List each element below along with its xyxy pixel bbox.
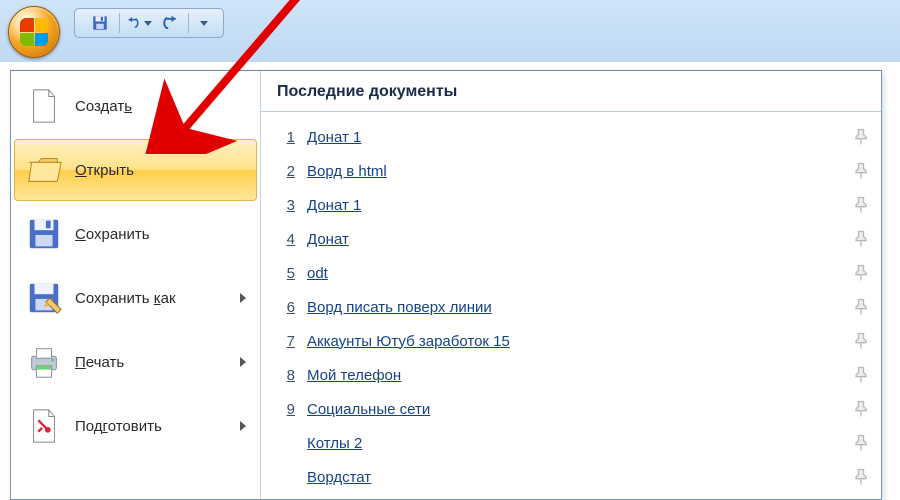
recent-doc-name: Котлы 2: [307, 435, 851, 452]
qat-separator: [119, 13, 120, 33]
submenu-arrow-icon: [240, 357, 246, 367]
recent-doc-number: 1: [277, 129, 295, 146]
office-logo-icon: [20, 18, 48, 46]
print-icon: [25, 343, 63, 381]
pin-button[interactable]: [851, 263, 871, 283]
recent-documents-header: Последние документы: [277, 83, 871, 101]
pin-icon: [851, 127, 871, 147]
qat-undo-button[interactable]: [126, 11, 152, 35]
quick-access-toolbar: [74, 8, 224, 38]
pin-icon: [851, 297, 871, 317]
recent-doc-row[interactable]: 0Вордстат: [277, 460, 871, 494]
recent-doc-number: 9: [277, 401, 295, 418]
recent-doc-number: 4: [277, 231, 295, 248]
menu-label-save-as: Сохранить как: [75, 290, 176, 307]
qat-redo-button[interactable]: [156, 11, 182, 35]
menu-item-print[interactable]: Печать: [14, 331, 257, 393]
pin-icon: [851, 263, 871, 283]
menu-item-prepare[interactable]: Подготовить: [14, 395, 257, 457]
recent-doc-name: Ворд писать поверх линии: [307, 299, 851, 316]
recent-doc-name: Донат 1: [307, 197, 851, 214]
menu-label-prepare: Подготовить: [75, 418, 162, 435]
office-menu-panel: Создать Открыть Сохранить: [10, 70, 882, 500]
menu-label-save: Сохранить: [75, 226, 150, 243]
save-icon: [25, 215, 63, 253]
recent-doc-name: Ворд в html: [307, 163, 851, 180]
recent-doc-name: Социальные сети: [307, 401, 851, 418]
recent-doc-number: 6: [277, 299, 295, 316]
qat-save-button[interactable]: [87, 11, 113, 35]
recent-doc-name: odt: [307, 265, 851, 282]
recent-doc-number: 7: [277, 333, 295, 350]
menu-label-create: Создать: [75, 98, 132, 115]
save-as-icon: [25, 279, 63, 317]
recent-doc-row[interactable]: 2 Ворд в html: [277, 154, 871, 188]
recent-documents-pane: Последние документы 1 Донат 1 2 Ворд в html…: [261, 71, 881, 499]
recent-doc-name: Мой телефон: [307, 367, 851, 384]
pin-icon: [851, 467, 871, 487]
recent-documents-list: 1Донат 12Ворд в html3Донат 14Донат5odt6В…: [277, 120, 871, 494]
pin-icon: [851, 161, 871, 181]
pin-icon: [851, 365, 871, 385]
pin-icon: [851, 331, 871, 351]
dropdown-icon: [144, 21, 152, 26]
dropdown-icon: [200, 21, 208, 26]
recent-doc-name: Донат 1: [307, 129, 851, 146]
recent-doc-row[interactable]: 3 Донат 1: [277, 188, 871, 222]
menu-label-print: Печать: [75, 354, 124, 371]
pin-button[interactable]: [851, 297, 871, 317]
recent-doc-number: 8: [277, 367, 295, 384]
recent-doc-row[interactable]: 1 Донат 1: [277, 120, 871, 154]
prepare-icon: [25, 407, 63, 445]
redo-icon: [159, 13, 179, 33]
pin-icon: [851, 433, 871, 453]
menu-item-create[interactable]: Создать: [14, 75, 257, 137]
recent-doc-row[interactable]: 8 Мой телефон: [277, 358, 871, 392]
undo-icon: [126, 13, 142, 33]
recent-doc-number: 2: [277, 163, 295, 180]
menu-item-save-as[interactable]: Сохранить как: [14, 267, 257, 329]
office-button[interactable]: [8, 6, 60, 58]
recent-doc-row[interactable]: 9 Социальные сети: [277, 392, 871, 426]
new-document-icon: [25, 87, 63, 125]
recent-doc-row[interactable]: 0Котлы 2: [277, 426, 871, 460]
office-menu-left-column: Создать Открыть Сохранить: [11, 71, 261, 499]
recent-doc-name: Вордстат: [307, 469, 851, 486]
pin-button[interactable]: [851, 127, 871, 147]
pin-button[interactable]: [851, 161, 871, 181]
recent-doc-number: 3: [277, 197, 295, 214]
pin-button[interactable]: [851, 365, 871, 385]
recent-doc-row[interactable]: 5 odt: [277, 256, 871, 290]
pin-button[interactable]: [851, 433, 871, 453]
recent-doc-row[interactable]: 7 Аккаунты Ютуб заработок 15: [277, 324, 871, 358]
pin-icon: [851, 399, 871, 419]
pin-button[interactable]: [851, 195, 871, 215]
pin-button[interactable]: [851, 399, 871, 419]
open-folder-icon: [25, 151, 63, 189]
pin-button[interactable]: [851, 229, 871, 249]
pin-button[interactable]: [851, 331, 871, 351]
submenu-arrow-icon: [240, 421, 246, 431]
divider: [261, 111, 881, 112]
submenu-arrow-icon: [240, 293, 246, 303]
recent-doc-number: 5: [277, 265, 295, 282]
recent-doc-name: Донат: [307, 231, 851, 248]
qat-customize-button[interactable]: [195, 11, 211, 35]
menu-label-open: Открыть: [75, 162, 134, 179]
recent-doc-row[interactable]: 4 Донат: [277, 222, 871, 256]
recent-doc-row[interactable]: 6 Ворд писать поверх линии: [277, 290, 871, 324]
recent-doc-name: Аккаунты Ютуб заработок 15: [307, 333, 851, 350]
qat-separator: [188, 13, 189, 33]
menu-item-save[interactable]: Сохранить: [14, 203, 257, 265]
pin-icon: [851, 195, 871, 215]
save-icon: [91, 14, 109, 32]
pin-icon: [851, 229, 871, 249]
title-bar: [0, 0, 900, 62]
menu-item-open[interactable]: Открыть: [14, 139, 257, 201]
pin-button[interactable]: [851, 467, 871, 487]
